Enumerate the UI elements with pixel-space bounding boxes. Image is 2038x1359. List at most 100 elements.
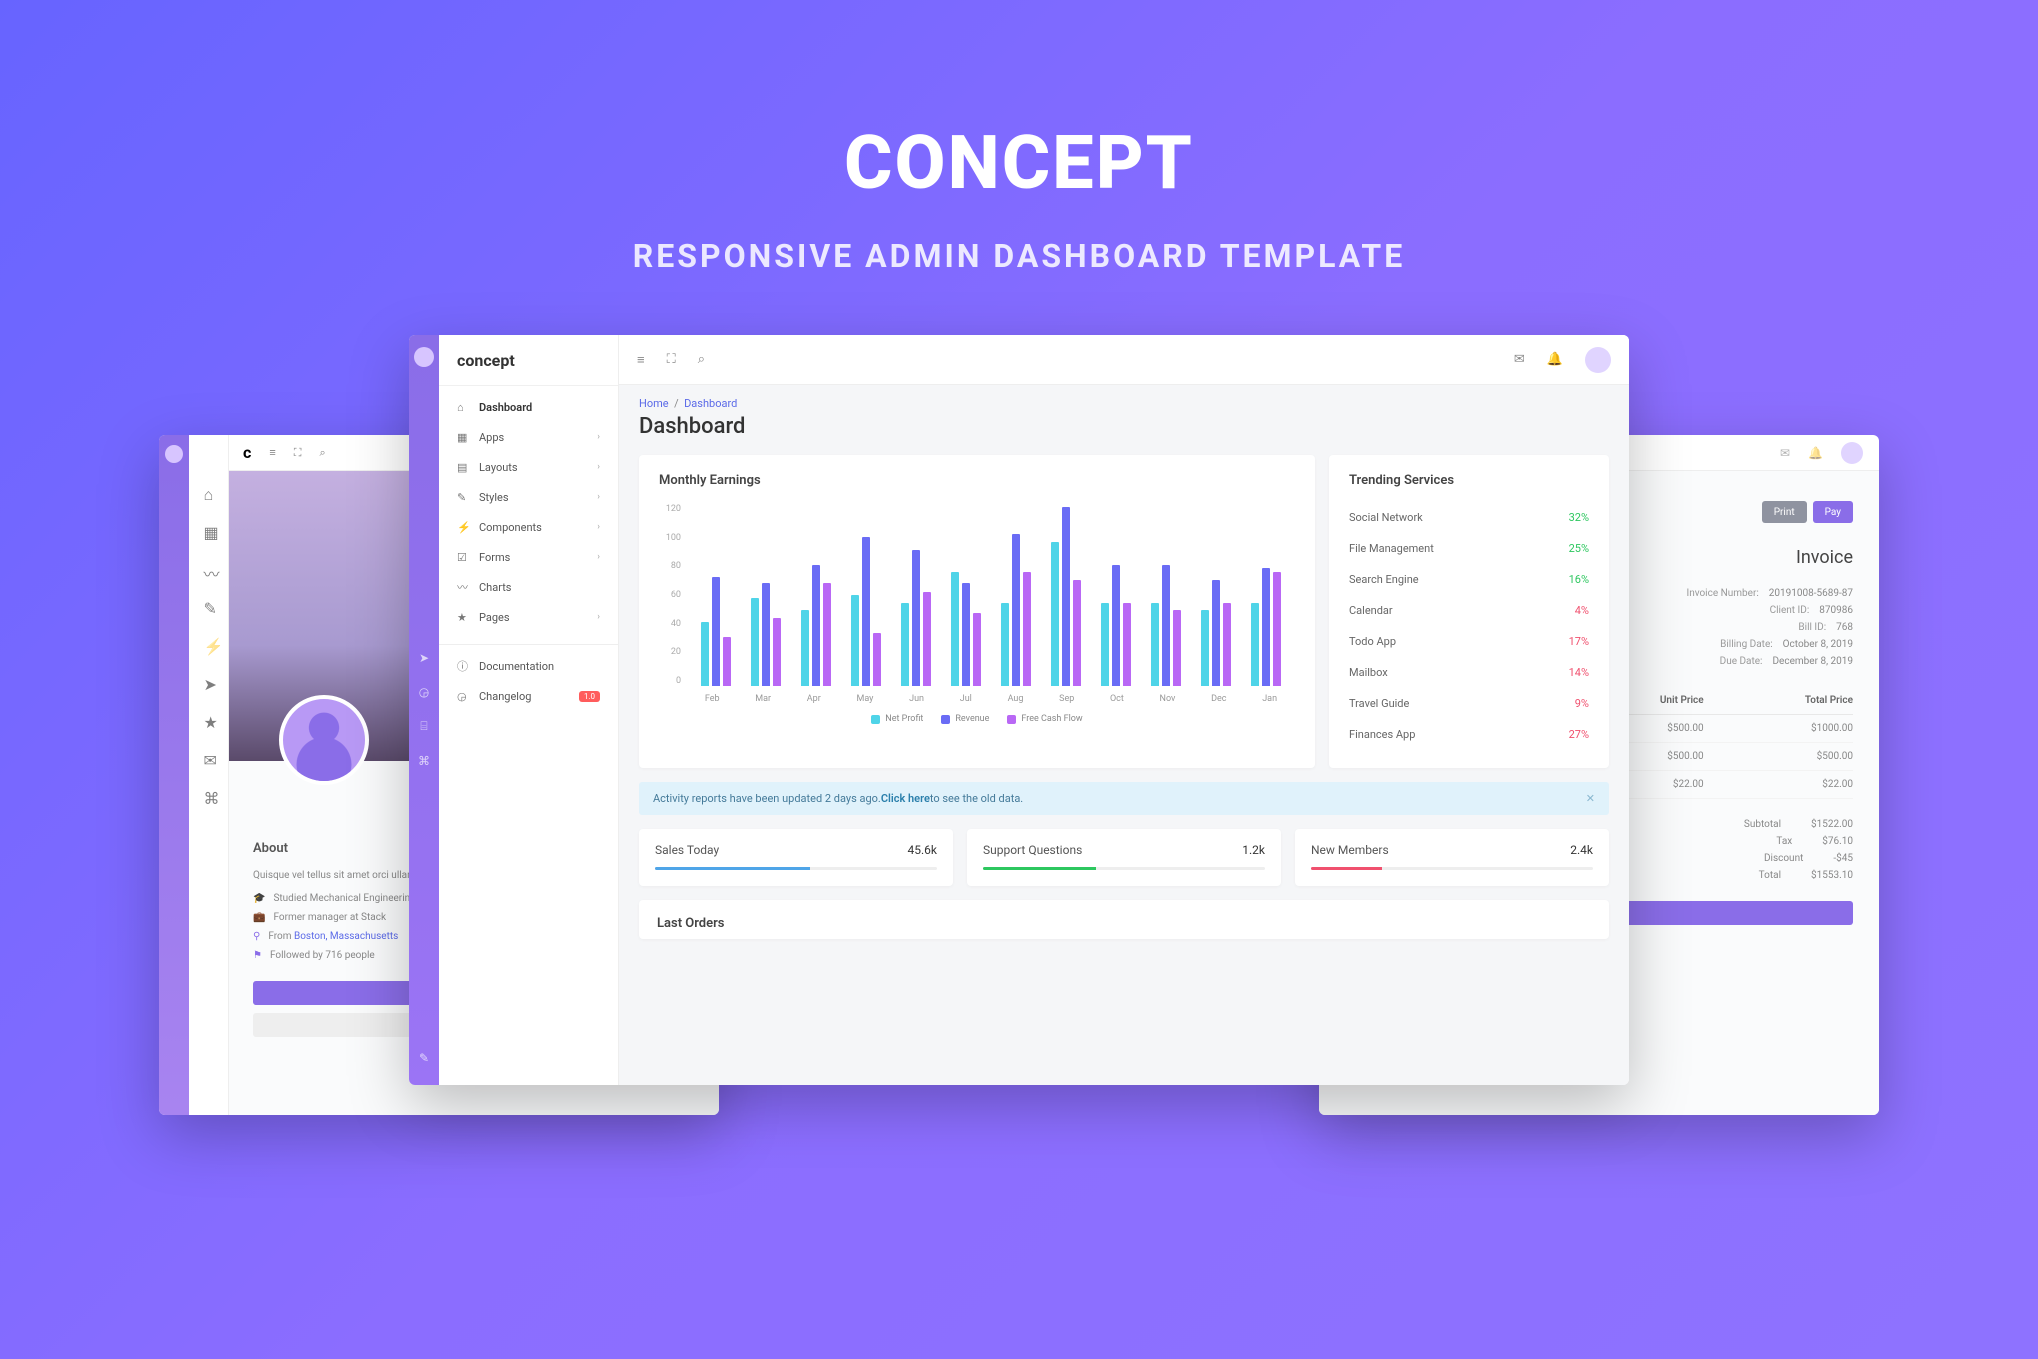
bar <box>912 550 920 687</box>
plane-icon[interactable]: ➤ <box>419 651 429 665</box>
bolt-icon[interactable]: ⚡ <box>204 637 214 647</box>
nav-label: Apps <box>479 431 504 444</box>
sidebar-item-documentation[interactable]: ⓘDocumentation <box>439 651 618 681</box>
star-icon[interactable]: ★ <box>204 713 214 723</box>
trend-item: Social Network 32% <box>1349 502 1589 533</box>
x-label: Feb <box>705 694 720 704</box>
legend-item: Net Profit <box>871 714 923 724</box>
bar-group <box>901 550 931 687</box>
bar <box>851 595 859 686</box>
mail-icon[interactable]: ✉ <box>1780 446 1790 460</box>
earnings-card: Monthly Earnings 120100806040200 FebMarA… <box>639 455 1315 768</box>
trend-item: File Management25% <box>1349 533 1589 564</box>
print-button[interactable]: Print <box>1762 501 1807 523</box>
bar <box>1212 580 1220 686</box>
chart-icon[interactable]: 〰 <box>204 561 214 571</box>
sidebar-item-apps[interactable]: ▦Apps› <box>439 422 618 452</box>
bar-group <box>1101 565 1131 686</box>
bar <box>1251 603 1259 686</box>
stat-value: 45.6k <box>908 843 937 857</box>
bar <box>723 637 731 686</box>
sidebar-item-changelog[interactable]: ◶Changelog1.0 <box>439 681 618 711</box>
logo[interactable]: concept <box>439 335 618 385</box>
trend-item: Todo App17% <box>1349 626 1589 657</box>
trend-pct: 27% <box>1569 728 1589 741</box>
wrench-icon[interactable]: ✎ <box>419 1051 429 1065</box>
nav-label: Components <box>479 521 542 534</box>
dashboard-window: ➤ ◶ ⌸ ⌘ ✎ concept ⌂Dashboard▦Apps›▤Layou… <box>409 335 1629 1085</box>
x-label: Jun <box>909 694 924 704</box>
info-icon: 🎓 <box>253 893 265 904</box>
stat-value: 1.2k <box>1242 843 1265 857</box>
pay-button[interactable]: Pay <box>1813 501 1853 523</box>
nav-icon: ☑ <box>457 551 469 564</box>
trend-pct: 32% <box>1569 511 1589 524</box>
topbar: ≡ ⛶ ⌕ ✉ 🔔 <box>619 335 1629 385</box>
mail-icon[interactable]: ✉ <box>1514 352 1525 367</box>
breadcrumb-page[interactable]: Dashboard <box>684 397 737 410</box>
globe-icon[interactable]: ◶ <box>419 685 429 699</box>
menu-icon[interactable]: ≡ <box>637 352 645 368</box>
home-icon[interactable]: ⌂ <box>204 485 214 495</box>
bar-group <box>1251 568 1281 686</box>
expand-icon[interactable]: ⛶ <box>667 352 676 367</box>
x-label: Sep <box>1059 694 1074 704</box>
user-avatar[interactable] <box>1841 442 1863 464</box>
breadcrumb-home[interactable]: Home <box>639 397 669 410</box>
search-icon[interactable]: ⌕ <box>698 352 705 367</box>
user-avatar[interactable] <box>1585 347 1611 373</box>
bar <box>951 572 959 686</box>
legend-item: Free Cash Flow <box>1007 714 1082 724</box>
search-icon[interactable]: ⌕ <box>319 446 325 460</box>
bar <box>1223 603 1231 686</box>
bar <box>701 622 709 686</box>
chat-icon[interactable]: ⌘ <box>204 789 214 799</box>
rail-avatar[interactable] <box>414 347 434 367</box>
last-orders-title: Last Orders <box>657 916 1591 931</box>
nav-icon: ✎ <box>457 491 469 504</box>
trend-item: Travel Guide9% <box>1349 688 1589 719</box>
close-icon[interactable]: ✕ <box>1586 792 1595 805</box>
rail-avatar[interactable] <box>165 445 183 463</box>
sidebar-item-charts[interactable]: 〰Charts <box>439 572 618 602</box>
plane-icon[interactable]: ➤ <box>204 675 214 685</box>
grid-icon[interactable]: ▦ <box>204 523 214 533</box>
bar <box>1101 603 1109 686</box>
bar-group <box>1201 580 1231 686</box>
nav-label: Documentation <box>479 660 554 673</box>
sidebar-item-forms[interactable]: ☑Forms› <box>439 542 618 572</box>
sidebar-item-components[interactable]: ⚡Components› <box>439 512 618 542</box>
pen-icon[interactable]: ✎ <box>204 599 214 609</box>
info-link[interactable]: Boston, Massachusetts <box>294 931 398 942</box>
mail-icon[interactable]: ✉ <box>204 751 214 761</box>
chevron-right-icon: › <box>597 492 600 502</box>
expand-icon[interactable]: ⛶ <box>294 446 302 460</box>
profile-avatar[interactable] <box>279 695 369 785</box>
hero-title: CONCEPT <box>0 120 2038 207</box>
nav-icon: 〰 <box>457 579 469 595</box>
trend-pct: 4% <box>1575 604 1589 617</box>
bar-group <box>1051 507 1081 686</box>
sidebar-item-pages[interactable]: ★Pages› <box>439 602 618 632</box>
chat-icon[interactable]: ⌘ <box>418 754 430 768</box>
trend-name: Todo App <box>1349 635 1396 648</box>
bell-icon[interactable]: 🔔 <box>1808 446 1823 460</box>
stat-label: Support Questions <box>983 843 1082 857</box>
trend-name: Search Engine <box>1349 573 1419 586</box>
menu-icon[interactable]: ≡ <box>269 446 275 459</box>
bar <box>1051 542 1059 686</box>
sidebar-item-layouts[interactable]: ▤Layouts› <box>439 452 618 482</box>
alert-link[interactable]: Click here <box>881 792 930 805</box>
sidebar-item-styles[interactable]: ✎Styles› <box>439 482 618 512</box>
bar <box>1123 603 1131 686</box>
bar-group <box>1001 534 1031 686</box>
sidebar-item-dashboard[interactable]: ⌂Dashboard <box>439 392 618 422</box>
stat-label: Sales Today <box>655 843 719 857</box>
stat-value: 2.4k <box>1570 843 1593 857</box>
hero-subtitle: RESPONSIVE ADMIN DASHBOARD TEMPLATE <box>0 237 2038 275</box>
info-icon: ⚑ <box>253 950 262 961</box>
nav-icon: ⚡ <box>457 521 469 534</box>
trend-name: Social Network <box>1349 511 1423 524</box>
bell-icon[interactable]: 🔔 <box>1547 352 1563 367</box>
inbox-icon[interactable]: ⌸ <box>420 719 427 734</box>
